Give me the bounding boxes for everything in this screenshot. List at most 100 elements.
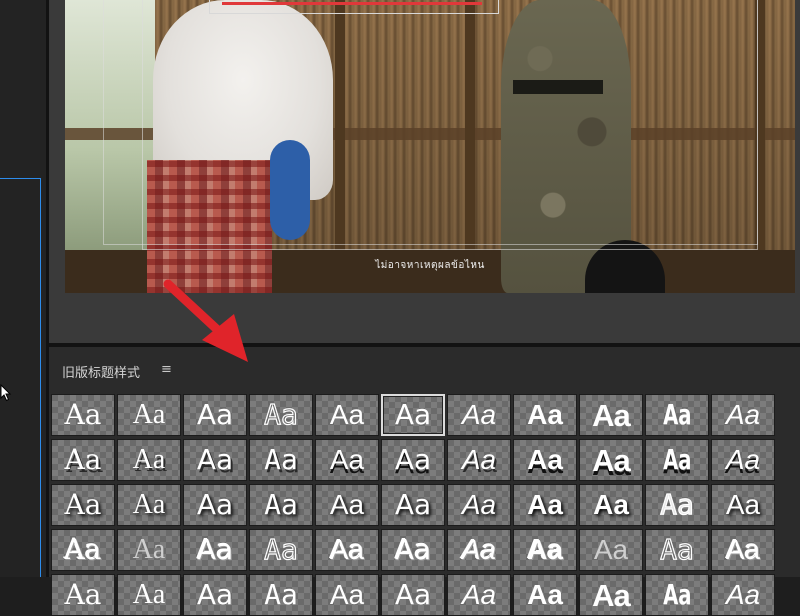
title-style-swatch[interactable]: Aa [513, 484, 577, 526]
title-style-swatch[interactable]: Aa [315, 484, 379, 526]
swatch-sample-text: Aa [394, 488, 432, 521]
title-style-swatch[interactable]: Aa [381, 394, 445, 436]
swatch-sample-text: Aa [394, 578, 432, 611]
safe-title-guide [142, 0, 758, 250]
title-style-swatch[interactable]: Aa [117, 484, 181, 526]
swatch-sample-text: Aa [725, 579, 761, 610]
title-style-swatch[interactable]: Aa [645, 484, 709, 526]
swatch-sample-text: Aa [725, 399, 761, 430]
red-annotation-arrow-icon [163, 279, 248, 362]
swatch-sample-text: Aa [527, 489, 563, 520]
swatch-sample-text: Aa [132, 579, 166, 610]
title-style-swatch[interactable]: Aa [579, 439, 643, 481]
title-style-swatch[interactable]: Aa [51, 529, 115, 571]
title-style-swatch[interactable]: Aa [447, 529, 511, 571]
swatch-sample-text: Aa [461, 399, 497, 430]
title-style-swatch[interactable]: Aa [381, 529, 445, 571]
title-style-swatch[interactable]: Aa [117, 394, 181, 436]
swatch-sample-text: Aa [264, 533, 299, 566]
swatch-sample-text: Aa [329, 534, 365, 565]
title-style-swatch[interactable]: Aa [183, 574, 247, 616]
swatch-sample-text: Aa [329, 489, 365, 520]
swatch-sample-text: Aa [64, 488, 102, 521]
swatch-sample-text: Aa [196, 488, 234, 521]
title-style-swatch[interactable]: Aa [579, 574, 643, 616]
title-style-swatch[interactable]: Aa [579, 529, 643, 571]
project-panel[interactable] [0, 0, 46, 577]
title-style-swatch[interactable]: Aa [711, 574, 775, 616]
swatch-sample-text: Aa [196, 533, 234, 566]
swatch-sample-text: Aa [64, 578, 102, 611]
swatch-sample-text: Aa [329, 444, 365, 475]
swatch-sample-text: Aa [461, 489, 497, 520]
title-style-swatch[interactable]: Aa [315, 439, 379, 481]
title-style-swatch[interactable]: Aa [447, 439, 511, 481]
swatch-sample-text: Aa [660, 488, 695, 521]
title-style-swatch[interactable]: Aa [249, 529, 313, 571]
title-style-swatch[interactable]: Aa [315, 529, 379, 571]
swatch-sample-text: Aa [592, 397, 631, 433]
title-style-swatch[interactable]: Aa [249, 394, 313, 436]
swatch-sample-text: Aa [527, 534, 563, 565]
swatch-sample-text: Aa [264, 578, 298, 611]
title-style-swatch[interactable]: Aa [645, 439, 709, 481]
title-style-swatch[interactable]: Aa [513, 574, 577, 616]
title-style-swatch[interactable]: Aa [513, 439, 577, 481]
title-style-swatch[interactable]: Aa [117, 529, 181, 571]
swatch-sample-text: Aa [64, 398, 102, 431]
title-style-swatch[interactable]: Aa [447, 574, 511, 616]
title-style-swatch[interactable]: Aa [513, 394, 577, 436]
title-style-swatch[interactable]: Aa [645, 529, 709, 571]
swatch-sample-text: Aa [196, 398, 234, 431]
swatch-sample-text: Aa [592, 577, 631, 613]
title-style-swatch[interactable]: Aa [645, 394, 709, 436]
video-preview[interactable]: ไม่อาจหาเหตุผลข้อไหน [65, 0, 795, 293]
swatch-sample-text: Aa [196, 578, 234, 611]
swatch-sample-text: Aa [264, 443, 298, 476]
title-style-swatch[interactable]: Aa [183, 394, 247, 436]
swatch-sample-text: Aa [461, 444, 497, 475]
swatch-sample-text: Aa [394, 443, 432, 476]
title-style-swatch[interactable]: Aa [447, 484, 511, 526]
title-style-swatch[interactable]: Aa [249, 574, 313, 616]
title-style-swatch[interactable]: Aa [711, 484, 775, 526]
title-style-swatch[interactable]: Aa [711, 394, 775, 436]
swatch-sample-text: Aa [660, 533, 695, 566]
swatch-sample-text: Aa [132, 534, 166, 565]
title-style-swatch[interactable]: Aa [315, 394, 379, 436]
title-text-box[interactable] [209, 0, 499, 14]
title-style-swatch[interactable]: Aa [249, 484, 313, 526]
title-style-swatch[interactable]: Aa [51, 484, 115, 526]
title-style-swatch[interactable]: Aa [381, 574, 445, 616]
swatch-sample-text: Aa [662, 443, 692, 476]
title-style-swatch[interactable]: Aa [711, 439, 775, 481]
subtitle-text: ไม่อาจหาเหตุผลข้อไหน [375, 260, 485, 271]
title-style-swatch[interactable]: Aa [183, 439, 247, 481]
title-style-swatch[interactable]: Aa [381, 439, 445, 481]
title-style-swatch[interactable]: Aa [51, 439, 115, 481]
title-style-swatch[interactable]: Aa [315, 574, 379, 616]
style-swatch-grid: Aa Aa Aa Aa Aa Aa Aa Aa Aa Aa Aa Aa Aa Aa Aa Aa Aa Aa Aa Aa… [51, 394, 775, 616]
panel-title[interactable]: 旧版标题样式 [62, 362, 140, 381]
title-style-swatch[interactable]: Aa [249, 439, 313, 481]
swatch-sample-text: Aa [196, 443, 234, 476]
swatch-sample-text: Aa [64, 533, 102, 566]
title-style-swatch[interactable]: Aa [381, 484, 445, 526]
title-style-swatch[interactable]: Aa [579, 484, 643, 526]
swatch-sample-text: Aa [394, 533, 432, 566]
title-style-swatch[interactable]: Aa [579, 394, 643, 436]
swatch-sample-text: Aa [329, 579, 365, 610]
title-style-swatch[interactable]: Aa [117, 574, 181, 616]
title-style-swatch[interactable]: Aa [711, 529, 775, 571]
title-style-swatch[interactable]: Aa [51, 394, 115, 436]
title-style-swatch[interactable]: Aa [645, 574, 709, 616]
title-style-swatch[interactable]: Aa [447, 394, 511, 436]
legacy-title-styles-panel: 旧版标题样式 ≡ Aa Aa Aa Aa Aa Aa Aa Aa Aa Aa Aa Aa Aa Aa Aa A… [49, 347, 800, 616]
panel-focus-highlight [0, 178, 41, 577]
title-style-swatch[interactable]: Aa [513, 529, 577, 571]
title-style-swatch[interactable]: Aa [183, 484, 247, 526]
title-style-swatch[interactable]: Aa [51, 574, 115, 616]
swatch-sample-text: Aa [725, 489, 761, 520]
title-style-swatch[interactable]: Aa [183, 529, 247, 571]
title-style-swatch[interactable]: Aa [117, 439, 181, 481]
